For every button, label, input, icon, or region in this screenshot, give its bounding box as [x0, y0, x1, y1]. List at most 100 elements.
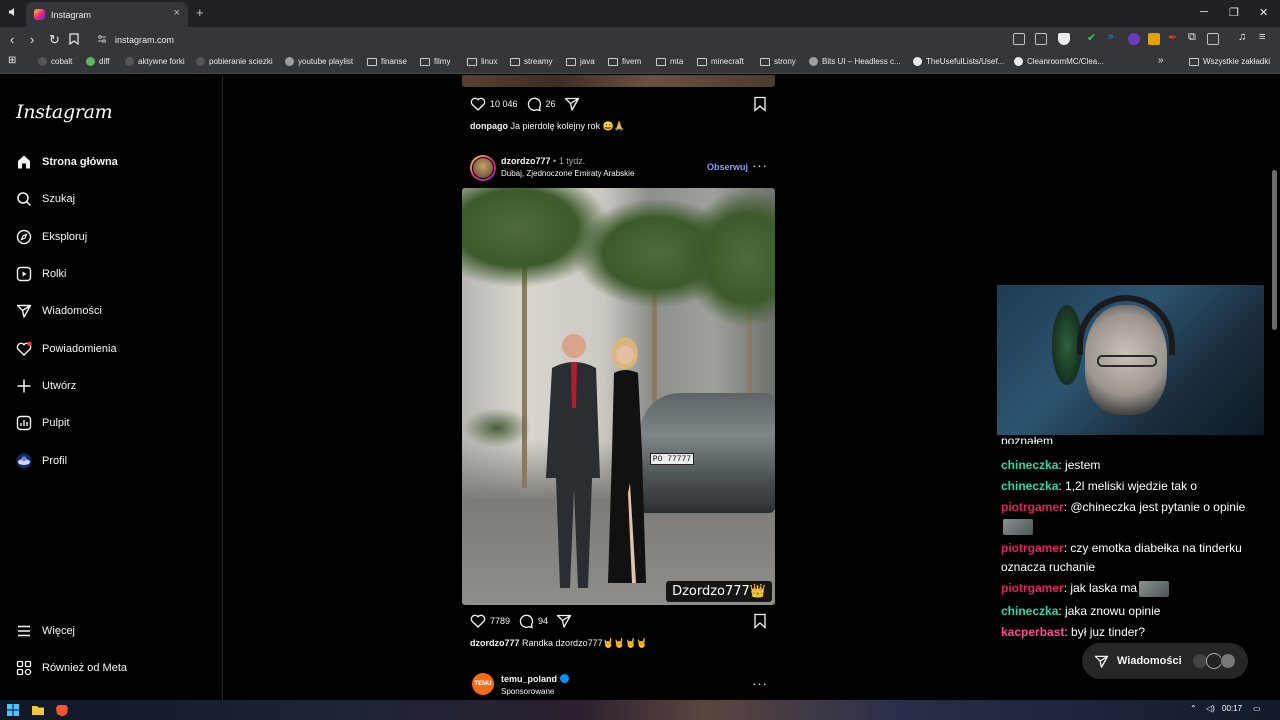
chat-username[interactable]: chineczka [1001, 479, 1058, 493]
bookmark-page-icon[interactable] [69, 33, 79, 45]
bookmark-item[interactable]: java [566, 57, 595, 66]
comment-icon[interactable] [526, 96, 542, 112]
sidebar-item-notifications[interactable]: Powiadomienia [16, 337, 117, 361]
caption-username[interactable]: dzordzo777 [470, 638, 520, 648]
bookmark-item[interactable]: cobalt [38, 57, 72, 66]
bookmarks-more-icon[interactable]: » [1158, 55, 1164, 66]
more-options-icon[interactable]: ··· [752, 158, 768, 173]
clock[interactable]: 00:17 [1222, 704, 1242, 713]
chat-username[interactable]: kacperbast [1001, 625, 1064, 639]
speaker-icon[interactable] [8, 7, 18, 17]
comment-icon[interactable] [518, 613, 534, 629]
url-field[interactable]: instagram.com [88, 30, 1003, 49]
bookmark-item[interactable]: streamy [510, 57, 552, 66]
menu-icon [16, 623, 32, 639]
chat-username[interactable]: piotrgamer [1001, 500, 1064, 514]
check-extension-icon[interactable]: ✔ [1087, 31, 1099, 44]
bookmark-item[interactable]: filmy [420, 57, 450, 66]
sidebar-item-search[interactable]: Szukaj [16, 187, 75, 211]
file-explorer-icon[interactable] [31, 703, 45, 717]
tray-chevron-icon[interactable]: ⌃ [1190, 704, 1197, 713]
bookmark-item[interactable]: minecraft [697, 57, 744, 66]
bookmark-item[interactable]: strony [760, 57, 796, 66]
chat-username[interactable]: chineczka [1001, 458, 1058, 472]
like-count[interactable]: 10 046 [490, 99, 518, 109]
forward-icon[interactable]: › [30, 32, 34, 47]
notifications-icon[interactable]: ▭ [1253, 704, 1261, 713]
tab-close-icon[interactable]: × [174, 7, 180, 19]
extension-icon[interactable] [1128, 33, 1140, 45]
comment-count[interactable]: 26 [546, 99, 556, 109]
post-image[interactable]: PO 77777 Dzordzo777👑 [462, 188, 775, 605]
all-bookmarks[interactable]: Wszystkie zakładki [1189, 57, 1270, 66]
extension-icon[interactable]: ✒ [1168, 31, 1180, 44]
like-count[interactable]: 7789 [490, 616, 510, 626]
extension-icon[interactable]: » [1108, 31, 1120, 43]
comment-count[interactable]: 94 [538, 616, 548, 626]
apps-grid-icon[interactable]: ⊞ [8, 55, 16, 66]
more-options-icon[interactable]: ··· [752, 676, 768, 691]
sidebar-item-profile[interactable]: Profil [16, 449, 67, 473]
caption-username[interactable]: donpago [470, 121, 508, 131]
post-username[interactable]: dzordzo777 • 1 tydz. [501, 156, 585, 166]
sidebar-toggle-icon[interactable] [1207, 33, 1219, 45]
minimize-button[interactable]: ─ [1200, 6, 1208, 18]
scroll-thumb[interactable] [1272, 170, 1277, 330]
extensions-puzzle-icon[interactable]: ⧉ [1188, 31, 1200, 43]
like-heart-icon[interactable] [470, 613, 486, 629]
brave-shield-icon[interactable] [1058, 33, 1070, 45]
follow-button[interactable]: Obserwuj [707, 162, 748, 172]
scrollbar[interactable] [1270, 75, 1280, 700]
folder-icon [1189, 57, 1199, 66]
sidebar-item-explore[interactable]: Eksploruj [16, 225, 87, 249]
bookmark-item[interactable]: CleanroomMC/Clea... [1014, 57, 1104, 66]
bookmark-item[interactable]: TheUsefulLists/Usef... [913, 57, 1004, 66]
volume-icon[interactable]: ◁) [1206, 704, 1215, 713]
share-icon[interactable] [556, 613, 572, 629]
previous-post-image[interactable] [462, 75, 775, 87]
instagram-logo[interactable]: Instagram [16, 101, 113, 123]
bookmark-item[interactable]: Bits UI – Headless c... [809, 57, 901, 66]
reload-icon[interactable]: ↻ [49, 32, 60, 48]
bookmark-item[interactable]: aktywne forki [125, 57, 185, 66]
sponsored-username[interactable]: temu_poland [501, 674, 569, 684]
sidebar-item-create[interactable]: Utwórz [16, 374, 76, 398]
messages-floating-button[interactable]: Wiadomości [1082, 643, 1248, 679]
sidebar-item-dashboard[interactable]: Pulpit [16, 411, 70, 435]
sidebar-item-also-from-meta[interactable]: Również od Meta [16, 656, 127, 680]
back-icon[interactable]: ‹ [10, 32, 14, 47]
site-settings-icon[interactable] [97, 34, 107, 44]
browser-tab[interactable]: Instagram × [26, 2, 188, 27]
sidebar-item-home[interactable]: Strona główna [16, 150, 118, 174]
bookmark-item[interactable]: diff [86, 57, 110, 66]
menu-icon[interactable]: ≡ [1259, 31, 1271, 43]
restore-button[interactable]: ❐ [1229, 6, 1239, 19]
cast-icon[interactable] [1013, 33, 1025, 45]
bookmark-item[interactable]: fivem [608, 57, 641, 66]
bookmark-item[interactable]: mta [656, 57, 683, 66]
chat-username[interactable]: chineczka [1001, 604, 1058, 618]
close-window-button[interactable]: ✕ [1259, 6, 1268, 19]
temu-avatar[interactable]: TEMU [472, 673, 494, 695]
new-tab-button[interactable]: + [196, 5, 204, 20]
save-bookmark-icon[interactable] [752, 96, 768, 112]
sidebar-item-reels[interactable]: Rolki [16, 262, 66, 286]
bookmark-item[interactable]: finanse [367, 57, 407, 66]
media-icon[interactable]: ♫ [1238, 31, 1250, 43]
chat-username[interactable]: piotrgamer [1001, 541, 1064, 555]
sidebar-item-more[interactable]: Więcej [16, 619, 75, 643]
windows-start-icon[interactable] [6, 703, 20, 717]
extension-icon[interactable] [1148, 33, 1160, 45]
bookmark-item[interactable]: pobieranie sciezki [196, 57, 273, 66]
brave-browser-icon[interactable] [55, 703, 69, 717]
bookmark-item[interactable]: youtube playlist [285, 57, 353, 66]
bookmark-item[interactable]: linux [467, 57, 497, 66]
chat-username[interactable]: piotrgamer [1001, 581, 1064, 595]
post-location[interactable]: Dubaj, Zjednoczone Emiraty Arabskie [501, 169, 634, 178]
save-bookmark-icon[interactable] [752, 613, 768, 629]
share-icon[interactable] [1035, 33, 1047, 45]
story-avatar[interactable] [470, 155, 496, 181]
share-icon[interactable] [564, 96, 580, 112]
like-heart-icon[interactable] [470, 96, 486, 112]
sidebar-item-messages[interactable]: Wiadomości [16, 299, 102, 323]
